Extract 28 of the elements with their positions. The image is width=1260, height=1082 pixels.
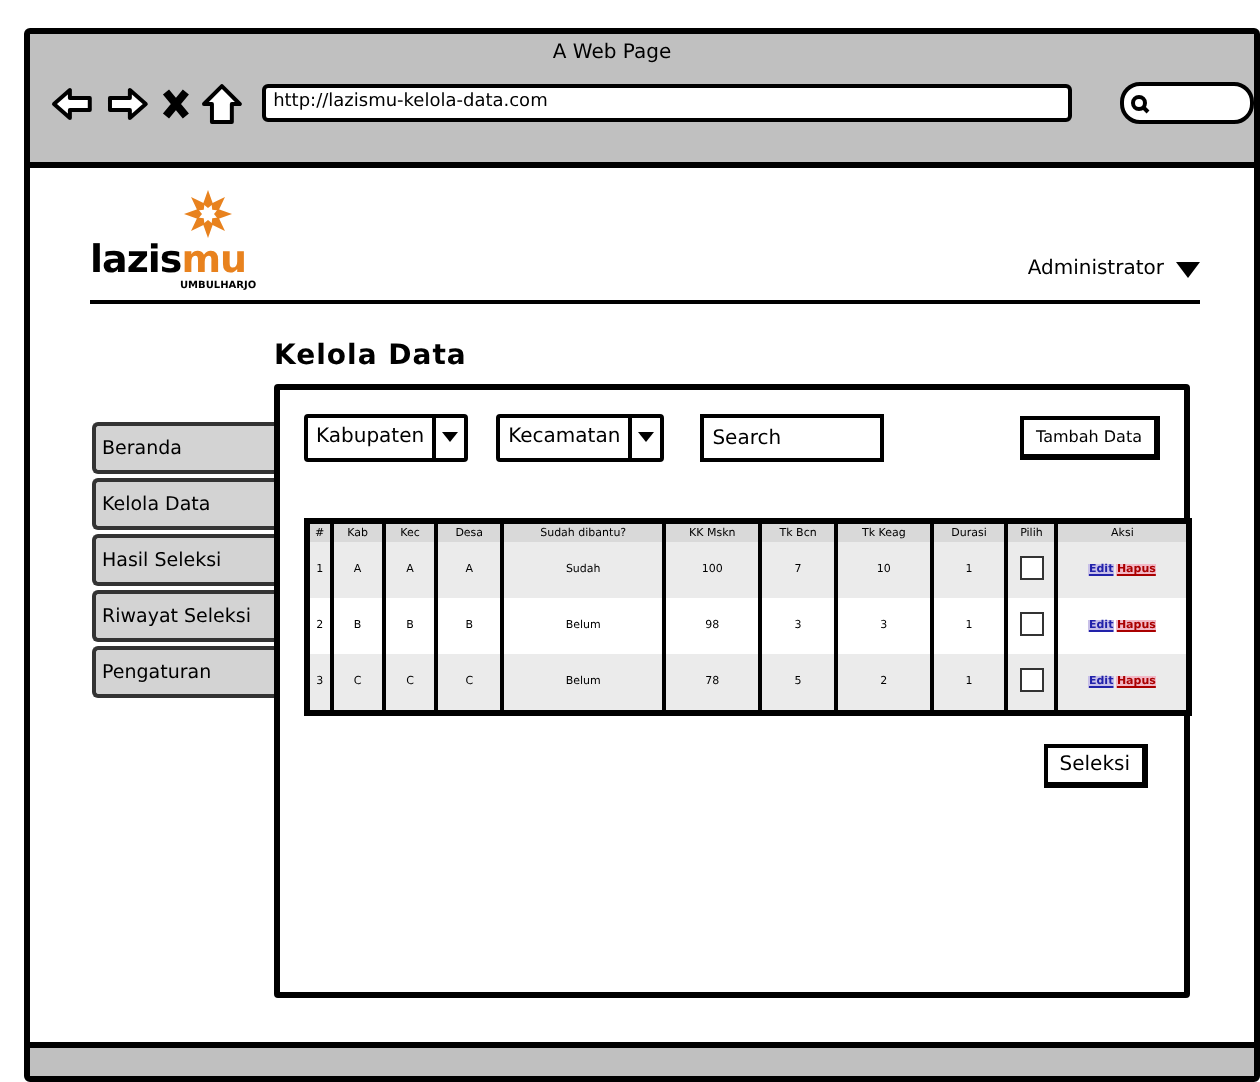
dropdown[interactable]: Kabupaten xyxy=(304,414,469,462)
checkbox[interactable] xyxy=(1019,556,1044,580)
home-icon[interactable] xyxy=(201,83,242,123)
sidebar-item[interactable]: Riwayat Seleksi xyxy=(92,590,274,642)
caret-icon xyxy=(638,432,655,442)
back-icon[interactable] xyxy=(50,85,94,121)
checkbox[interactable] xyxy=(1019,612,1044,636)
page-heading: Kelola Data xyxy=(274,340,469,372)
search-icon xyxy=(1130,93,1151,113)
sidebar-item[interactable]: Pengaturan xyxy=(92,646,274,698)
search-field[interactable]: Search xyxy=(700,414,885,462)
sidebar-item[interactable]: Hasil Seleksi xyxy=(92,534,274,586)
forward-icon[interactable] xyxy=(105,85,150,121)
logo-icon xyxy=(182,188,234,240)
sidebar-item[interactable]: Kelola Data xyxy=(92,478,274,530)
logo-text: lazismu xyxy=(90,240,247,280)
address-bar[interactable]: http://lazismu-kelola-data.com xyxy=(261,84,1073,122)
sidebar-item[interactable]: Beranda xyxy=(92,422,274,474)
browser-search-field[interactable] xyxy=(1120,82,1254,124)
dropdown[interactable]: Kecamatan xyxy=(496,414,665,462)
window-title: A Web Page xyxy=(550,40,674,68)
caret-icon[interactable] xyxy=(1176,261,1200,277)
close-icon[interactable] xyxy=(161,87,190,119)
add-data-button[interactable]: Tambah Data xyxy=(1020,416,1160,460)
checkbox[interactable] xyxy=(1019,668,1044,692)
select-button[interactable]: Seleksi xyxy=(1043,744,1148,788)
caret-icon xyxy=(442,432,459,442)
user-name[interactable]: Administrator xyxy=(1027,258,1164,280)
